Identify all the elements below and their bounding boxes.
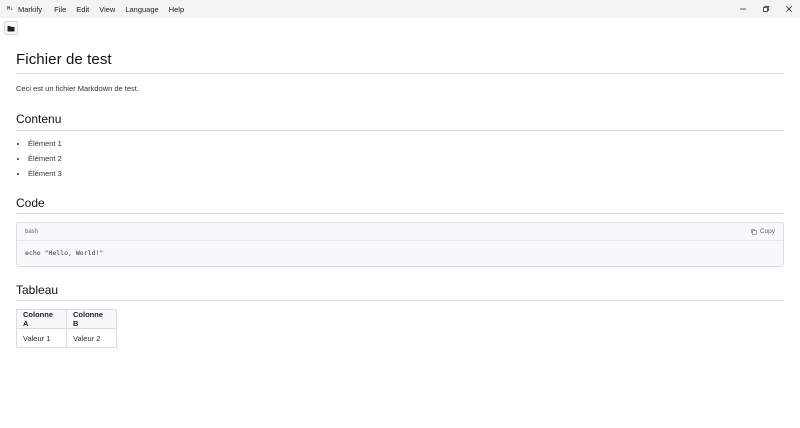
table-cell: Valeur 1	[16, 328, 67, 348]
menu-help[interactable]: Help	[169, 5, 184, 14]
open-folder-button[interactable]	[4, 21, 18, 35]
toolbar	[0, 18, 800, 38]
restore-button[interactable]	[754, 0, 777, 18]
menu-bar: File Edit View Language Help	[54, 5, 194, 14]
table-cell: Valeur 2	[66, 328, 117, 348]
data-table: Colonne A Colonne B Valeur 1 Valeur 2	[16, 309, 117, 348]
minimize-button[interactable]	[731, 0, 754, 18]
title-divider	[16, 73, 784, 74]
app-name: Markify	[18, 4, 43, 14]
list-item: Élément 3	[28, 169, 62, 184]
folder-icon	[7, 25, 15, 31]
menu-edit[interactable]: Edit	[76, 5, 89, 14]
tableau-divider	[16, 300, 784, 301]
code-divider	[16, 213, 784, 214]
code-language-label: bash	[25, 228, 39, 235]
minimize-icon	[739, 8, 746, 10]
code-block-header: bash Copy	[17, 223, 783, 241]
title-bar: M↓ Markify File Edit View Language Help	[0, 0, 800, 18]
content-list: Élément 1 Élément 2 Élément 3	[28, 139, 62, 184]
copy-icon	[751, 228, 757, 235]
copy-button[interactable]: Copy	[751, 228, 775, 235]
copy-label: Copy	[759, 228, 775, 235]
document-title: Fichier de test	[16, 51, 112, 68]
table-header-row: Colonne A Colonne B	[16, 309, 117, 329]
close-icon	[785, 6, 792, 12]
list-item: Élément 2	[28, 154, 62, 169]
contenu-divider	[16, 130, 784, 131]
code-content: echo "Hello, World!"	[25, 249, 104, 257]
intro-paragraph: Ceci est un fichier Markdown de test.	[16, 84, 139, 93]
menu-view[interactable]: View	[99, 5, 115, 14]
menu-language[interactable]: Language	[125, 5, 158, 14]
heading-code: Code	[16, 196, 45, 210]
window-controls	[731, 0, 800, 18]
table-row: Valeur 1 Valeur 2	[16, 328, 117, 348]
close-button[interactable]	[777, 0, 800, 18]
restore-icon	[762, 5, 769, 12]
heading-contenu: Contenu	[16, 112, 62, 126]
table-header-cell: Colonne B	[66, 309, 117, 329]
code-block: bash Copy echo "Hello, World!"	[16, 222, 784, 267]
list-item: Élément 1	[28, 139, 62, 154]
menu-file[interactable]: File	[54, 5, 66, 14]
table-header-cell: Colonne A	[16, 309, 67, 329]
app-logo-icon: M↓	[6, 6, 14, 12]
heading-tableau: Tableau	[16, 283, 59, 297]
